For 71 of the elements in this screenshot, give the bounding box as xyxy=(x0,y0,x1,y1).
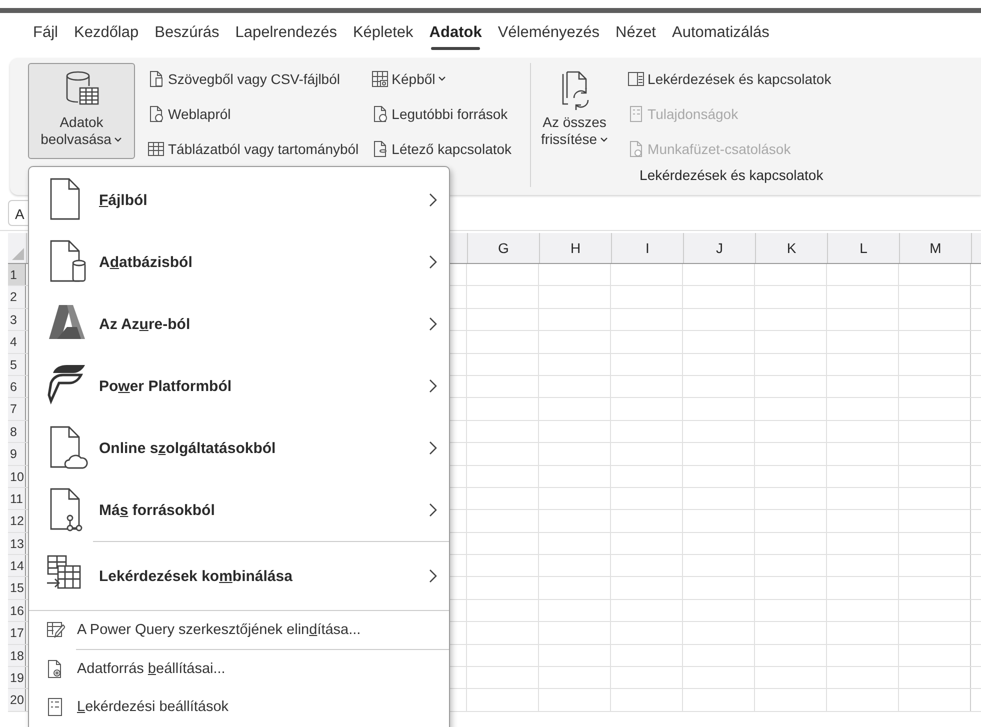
ribbon-tab[interactable]: Véleményezés xyxy=(492,18,606,48)
chevron-right-icon xyxy=(429,379,437,393)
chevron-right-icon xyxy=(429,193,437,207)
table-icon xyxy=(147,140,165,158)
ribbon-tab[interactable]: Nézet xyxy=(610,18,662,48)
menu-item[interactable]: Más forrásokból xyxy=(29,479,449,541)
ribbon-button[interactable]: Táblázatból vagy tartományból xyxy=(143,135,363,163)
ribbon-button[interactable]: Legutóbbi források xyxy=(366,100,516,128)
chevron-right-icon xyxy=(429,569,437,583)
chevron-right-icon xyxy=(429,441,437,455)
menu-item[interactable]: Adatbázisból xyxy=(29,231,449,293)
text-file-icon xyxy=(147,70,165,88)
chevron-right-icon xyxy=(429,317,437,331)
row-header[interactable]: 19 xyxy=(8,667,26,688)
ribbon-tab[interactable]: Lapelrendezés xyxy=(229,18,343,48)
column-header[interactable]: I xyxy=(611,233,683,263)
row-header[interactable]: 4 xyxy=(8,331,26,353)
ribbon-tab[interactable]: Fájl xyxy=(27,18,64,48)
row-header[interactable]: 9 xyxy=(8,443,26,465)
row-header[interactable]: 16 xyxy=(8,600,26,622)
menu-item[interactable]: Lekérdezési beállítások xyxy=(29,688,449,726)
menu-item[interactable]: Online szolgáltatásokból xyxy=(29,417,449,479)
column-header[interactable]: K xyxy=(755,233,827,263)
chevron-right-icon xyxy=(429,503,437,517)
menu-item[interactable]: Power Platformból xyxy=(29,355,449,417)
ribbon-tab[interactable]: Automatizálás xyxy=(666,18,776,48)
row-header[interactable]: 7 xyxy=(8,398,26,420)
row-header[interactable]: 17 xyxy=(8,622,26,644)
menu-item[interactable]: A Power Query szerkesztőjének elindítása... xyxy=(29,611,449,649)
column-header[interactable]: G xyxy=(467,233,539,263)
ribbon-button[interactable]: Lekérdezések és kapcsolatok xyxy=(622,65,836,93)
row-header[interactable]: 20 xyxy=(8,689,26,711)
row-header[interactable]: 8 xyxy=(8,420,26,442)
menu-item[interactable]: Fájlból xyxy=(29,169,449,231)
group-label: Lekérdezések és kapcsolatok xyxy=(640,167,824,183)
chevron-right-icon xyxy=(429,255,437,269)
ribbon-tab[interactable]: Adatok xyxy=(423,18,488,48)
row-header[interactable]: 11 xyxy=(8,488,26,510)
column-header[interactable]: J xyxy=(683,233,755,263)
row-header[interactable]: 6 xyxy=(8,376,26,398)
ribbon-button[interactable]: Képből xyxy=(366,65,516,93)
row-header[interactable]: 13 xyxy=(8,532,26,554)
list-icon xyxy=(45,697,65,717)
row-header[interactable]: 1 xyxy=(8,264,26,286)
select-all-triangle-icon[interactable] xyxy=(12,248,24,260)
row-header[interactable]: 12 xyxy=(8,510,26,532)
ribbon-tab[interactable]: Kezdőlap xyxy=(68,18,145,48)
edit-table-icon xyxy=(45,620,65,640)
row-header[interactable]: 5 xyxy=(8,354,26,375)
menu-item[interactable]: Az Azure-ból xyxy=(29,293,449,355)
row-header[interactable]: 2 xyxy=(8,286,26,308)
image-table-icon xyxy=(370,70,389,88)
menu-item[interactable]: Lekérdezések kombinálása xyxy=(29,542,449,610)
ribbon-button[interactable]: Szövegből vagy CSV-fájlból xyxy=(143,65,363,93)
row-header[interactable]: 14 xyxy=(8,555,26,576)
ribbon-tab[interactable]: Beszúrás xyxy=(148,18,226,48)
column-header[interactable]: L xyxy=(827,233,899,263)
column-header[interactable]: H xyxy=(539,233,611,263)
column-header[interactable]: M xyxy=(899,233,971,263)
queries-pane-icon xyxy=(626,70,645,88)
row-header[interactable]: 3 xyxy=(8,308,26,330)
refresh-all-button[interactable]: Az összes frissítése xyxy=(534,63,615,159)
ribbon-tab[interactable]: Képletek xyxy=(346,18,420,48)
menu-item[interactable]: Adatforrás beállításai... xyxy=(29,650,449,688)
row-header[interactable]: 18 xyxy=(8,644,26,666)
row-header[interactable]: 15 xyxy=(8,577,26,599)
get-data-button[interactable]: Adatok beolvasása xyxy=(28,63,135,159)
web-page-icon xyxy=(147,105,165,123)
ribbon-button[interactable]: Létező kapcsolatok xyxy=(366,135,516,163)
row-header[interactable]: 10 xyxy=(8,466,26,487)
ribbon-button[interactable]: Weblapról xyxy=(143,100,363,128)
